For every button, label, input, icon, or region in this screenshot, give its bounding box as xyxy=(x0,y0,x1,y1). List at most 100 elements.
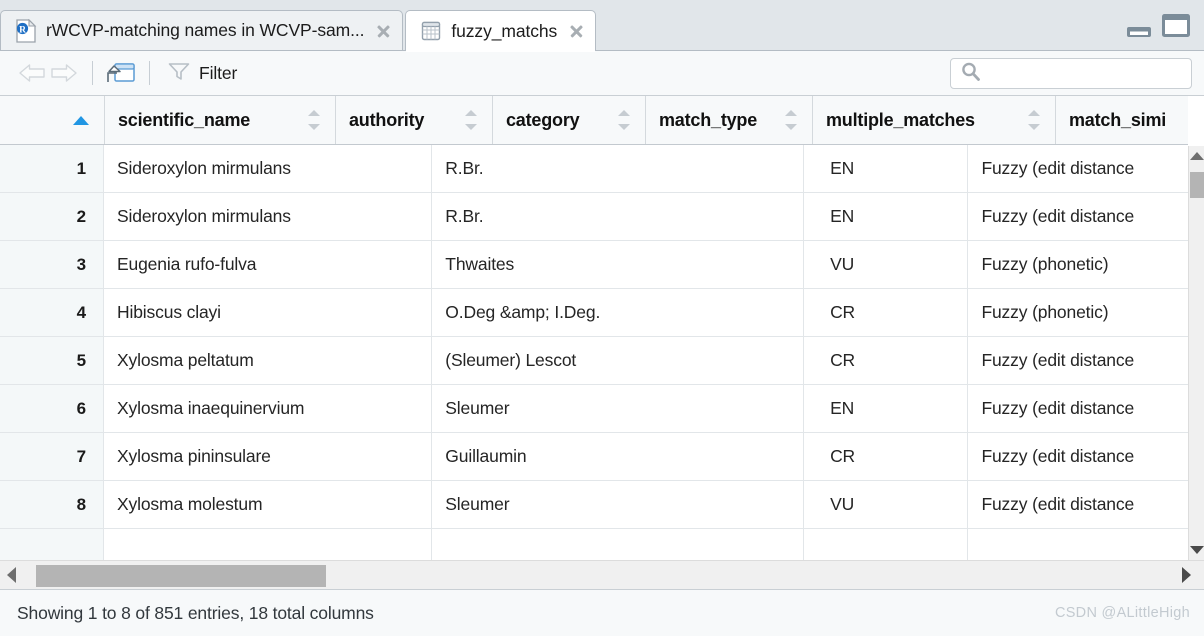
cell-scientific-name: Sideroxylon mirmulans xyxy=(104,145,433,192)
toolbar-divider xyxy=(149,61,150,85)
filter-button[interactable]: Filter xyxy=(167,61,237,86)
table-row-partial[interactable] xyxy=(0,529,1188,560)
scroll-down-icon[interactable] xyxy=(1189,546,1204,554)
minimize-button[interactable] xyxy=(1126,22,1152,43)
cell-match-type: EN xyxy=(817,385,969,432)
column-header-match-type[interactable]: match_type xyxy=(646,96,813,144)
data-table-icon xyxy=(420,19,442,43)
back-button[interactable] xyxy=(17,62,47,84)
cell-scientific-name xyxy=(104,529,433,560)
table-row[interactable]: 5 Xylosma peltatum (Sleumer) Lescot CR F… xyxy=(0,337,1188,385)
column-header-scientific-name[interactable]: scientific_name xyxy=(105,96,336,144)
status-bar: Showing 1 to 8 of 851 entries, 18 total … xyxy=(0,589,1204,636)
search-box[interactable] xyxy=(950,58,1192,89)
vertical-scrollbar-thumb[interactable] xyxy=(1190,172,1204,198)
tab-r-script[interactable]: R rWCVP-matching names in WCVP-sam... xyxy=(0,10,404,50)
maximize-button[interactable] xyxy=(1161,13,1191,43)
cell-category xyxy=(804,433,817,480)
cell-category xyxy=(804,529,817,560)
horizontal-scrollbar[interactable] xyxy=(0,560,1204,589)
column-header-label: match_type xyxy=(659,109,758,130)
cell-scientific-name: Xylosma molestum xyxy=(104,481,433,528)
cell-match-type: CR xyxy=(817,337,969,384)
cell-match-type: EN xyxy=(817,145,969,192)
column-header-multiple-matches[interactable]: multiple_matches xyxy=(813,96,1056,144)
cell-category xyxy=(804,241,817,288)
tab-fuzzy-matchs[interactable]: fuzzy_matchs xyxy=(405,10,597,52)
toolbar-divider xyxy=(92,61,93,85)
sort-icon xyxy=(465,110,478,130)
cell-category xyxy=(804,481,817,528)
cell-rownum: 2 xyxy=(0,193,104,240)
table-header-row: scientific_name authority category match… xyxy=(0,96,1188,145)
cell-match-type: VU xyxy=(817,241,969,288)
watermark-text: CSDN @ALittleHigh xyxy=(1054,605,1190,621)
search-icon xyxy=(960,61,981,87)
cell-scientific-name: Sideroxylon mirmulans xyxy=(104,193,433,240)
cell-authority: Sleumer xyxy=(432,481,805,528)
forward-button[interactable] xyxy=(49,62,79,84)
table-row[interactable]: 7 Xylosma pininsulare Guillaumin CR Fuzz… xyxy=(0,433,1188,481)
filter-label: Filter xyxy=(199,62,238,83)
horizontal-scrollbar-thumb[interactable] xyxy=(36,565,326,587)
cell-category xyxy=(804,385,817,432)
close-icon[interactable] xyxy=(568,23,584,39)
cell-category xyxy=(804,193,817,240)
cell-authority: (Sleumer) Lescot xyxy=(432,337,805,384)
entries-status-text: Showing 1 to 8 of 851 entries, 18 total … xyxy=(17,602,374,623)
table-row[interactable]: 3 Eugenia rufo-fulva Thwaites VU Fuzzy (… xyxy=(0,241,1188,289)
close-icon[interactable] xyxy=(375,23,391,39)
cell-authority xyxy=(432,529,805,560)
table-body: 1 Sideroxylon mirmulans R.Br. EN Fuzzy (… xyxy=(0,145,1188,560)
cell-multiple-matches: Fuzzy (edit distance xyxy=(981,206,1135,226)
table-row[interactable]: 8 Xylosma molestum Sleumer VU Fuzzy (edi… xyxy=(0,481,1188,529)
cell-multiple-matches: Fuzzy (phonetic) xyxy=(981,302,1109,322)
cell-category xyxy=(804,337,817,384)
popout-window-button[interactable] xyxy=(106,61,136,85)
cell-multiple-matches xyxy=(968,529,1188,560)
cell-category xyxy=(804,145,817,192)
cell-rownum: 7 xyxy=(0,433,104,480)
column-header-category[interactable]: category xyxy=(493,96,646,144)
sort-icon xyxy=(785,110,798,130)
cell-authority: Sleumer xyxy=(432,385,805,432)
r-script-icon: R xyxy=(15,18,37,43)
scroll-right-icon[interactable] xyxy=(1182,567,1191,583)
scroll-left-icon[interactable] xyxy=(7,567,16,583)
vertical-scrollbar[interactable] xyxy=(1188,146,1204,560)
cell-authority: R.Br. xyxy=(432,193,805,240)
cell-rownum: 6 xyxy=(0,385,104,432)
cell-authority: R.Br. xyxy=(432,145,805,192)
column-header-label: authority xyxy=(349,109,425,130)
cell-scientific-name: Xylosma peltatum xyxy=(104,337,433,384)
cell-authority: Guillaumin xyxy=(432,433,805,480)
cell-scientific-name: Xylosma pininsulare xyxy=(104,433,433,480)
viewer-toolbar: Filter xyxy=(0,51,1204,96)
cell-authority: Thwaites xyxy=(432,241,805,288)
cell-rownum: 1 xyxy=(0,145,104,192)
table-row[interactable]: 2 Sideroxylon mirmulans R.Br. EN Fuzzy (… xyxy=(0,193,1188,241)
table-row[interactable]: 6 Xylosma inaequinervium Sleumer EN Fuzz… xyxy=(0,385,1188,433)
tab-label: rWCVP-matching names in WCVP-sam... xyxy=(46,20,365,40)
scroll-up-icon[interactable] xyxy=(1189,152,1204,160)
search-input[interactable] xyxy=(987,65,1182,82)
cell-multiple-matches: Fuzzy (edit distance xyxy=(981,158,1135,178)
table-row[interactable]: 1 Sideroxylon mirmulans R.Br. EN Fuzzy (… xyxy=(0,145,1188,193)
sort-ascending-icon xyxy=(73,115,89,125)
cell-multiple-matches: Fuzzy (edit distance xyxy=(981,494,1135,514)
cell-rownum: 3 xyxy=(0,241,104,288)
rstudio-data-viewer: R rWCVP-matching names in WCVP-sam... fu… xyxy=(0,0,1204,636)
sort-icon xyxy=(1028,110,1041,130)
column-header-label: multiple_matches xyxy=(826,109,975,130)
cell-match-type xyxy=(817,529,969,560)
column-header-label: scientific_name xyxy=(118,109,251,130)
column-header-authority[interactable]: authority xyxy=(336,96,493,144)
cell-authority: O.Deg &amp; I.Deg. xyxy=(432,289,805,336)
navigation-buttons xyxy=(17,62,79,84)
sort-icon xyxy=(308,110,321,130)
column-header-match-similarity[interactable]: match_simi xyxy=(1056,96,1187,144)
cell-multiple-matches: Fuzzy (edit distance xyxy=(981,446,1135,466)
column-header-rownum[interactable] xyxy=(0,96,105,144)
table-row[interactable]: 4 Hibiscus clayi O.Deg &amp; I.Deg. CR F… xyxy=(0,289,1188,337)
filter-icon xyxy=(167,61,191,86)
